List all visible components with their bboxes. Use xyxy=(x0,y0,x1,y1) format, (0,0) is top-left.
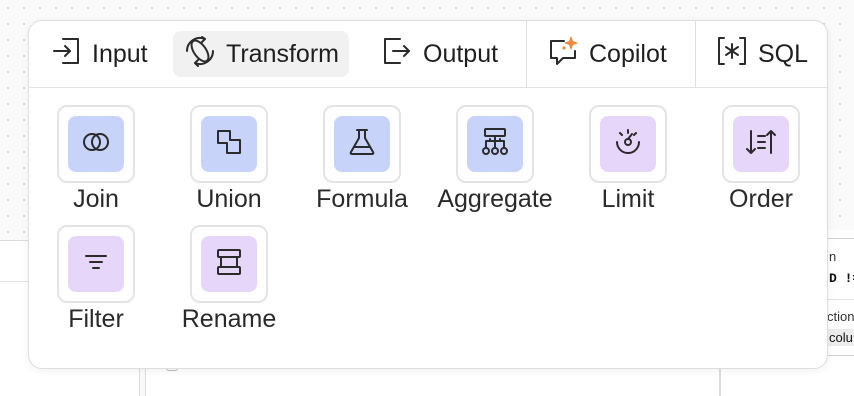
join-icon xyxy=(79,125,113,164)
tile-label: Limit xyxy=(601,185,655,213)
node-label: n xyxy=(829,249,837,264)
tab-separator xyxy=(526,21,527,88)
node-picker-popover: Input Transform Output Copilot SQL Join … xyxy=(28,20,828,369)
tab-separator xyxy=(695,21,696,88)
tile-label: Rename xyxy=(181,305,277,333)
tile-frame xyxy=(190,105,268,183)
node-value-chip: colu xyxy=(825,329,854,346)
tile-frame xyxy=(190,225,268,303)
tile-icon-bg xyxy=(201,116,257,172)
tile-icon-bg xyxy=(68,236,124,292)
tab-label: Input xyxy=(92,39,148,68)
transform-icon xyxy=(183,34,217,75)
node-tile-formula[interactable]: Formula xyxy=(297,105,427,220)
sql-icon xyxy=(715,34,749,75)
node-tile-limit[interactable]: Limit xyxy=(563,105,693,220)
tile-icon-bg xyxy=(334,116,390,172)
node-tile-union[interactable]: Union xyxy=(164,105,294,220)
tile-icon-bg xyxy=(733,116,789,172)
tile-label: Aggregate xyxy=(437,185,553,213)
formula-flask-icon xyxy=(345,125,379,164)
tile-label: Join xyxy=(73,185,119,213)
input-icon xyxy=(49,34,83,75)
order-icon xyxy=(744,125,778,164)
tab-label: Copilot xyxy=(589,39,667,68)
filter-icon xyxy=(79,245,113,284)
node-tile-order[interactable]: Order xyxy=(696,105,826,220)
tile-icon-bg xyxy=(600,116,656,172)
tab-sql[interactable]: SQL xyxy=(705,31,818,77)
copilot-sparkle-icon xyxy=(546,34,580,75)
tile-frame xyxy=(323,105,401,183)
tile-frame xyxy=(722,105,800,183)
output-icon xyxy=(380,34,414,75)
node-tile-aggregate[interactable]: Aggregate xyxy=(430,105,560,220)
tab-copilot[interactable]: Copilot xyxy=(536,31,677,77)
tile-label: Union xyxy=(196,185,262,213)
tab-label: Transform xyxy=(226,39,339,68)
tile-frame xyxy=(456,105,534,183)
tile-label: Filter xyxy=(68,305,124,333)
node-tile-join[interactable]: Join xyxy=(31,105,161,220)
node-category-tabs: Input Transform Output Copilot SQL xyxy=(29,21,827,88)
tile-icon-bg xyxy=(467,116,523,172)
union-icon xyxy=(212,125,246,164)
node-tile-rename[interactable]: Rename xyxy=(164,225,294,340)
node-expression: D != xyxy=(829,271,854,286)
tile-frame xyxy=(57,225,135,303)
tile-label: Formula xyxy=(316,185,408,213)
limit-icon xyxy=(611,125,645,164)
node-tile-filter[interactable]: Filter xyxy=(31,225,161,340)
tile-frame xyxy=(589,105,667,183)
tile-label: Order xyxy=(729,185,793,213)
tile-icon-bg xyxy=(68,116,124,172)
tab-output[interactable]: Output xyxy=(370,31,508,77)
tab-label: SQL xyxy=(758,39,809,68)
tab-input[interactable]: Input xyxy=(39,31,158,77)
tile-frame xyxy=(57,105,135,183)
tile-icon-bg xyxy=(201,236,257,292)
rename-icon xyxy=(212,245,246,284)
tab-label: Output xyxy=(423,39,499,68)
tab-transform[interactable]: Transform xyxy=(173,31,349,77)
aggregate-icon xyxy=(478,125,512,164)
node-label: ction xyxy=(827,309,854,324)
